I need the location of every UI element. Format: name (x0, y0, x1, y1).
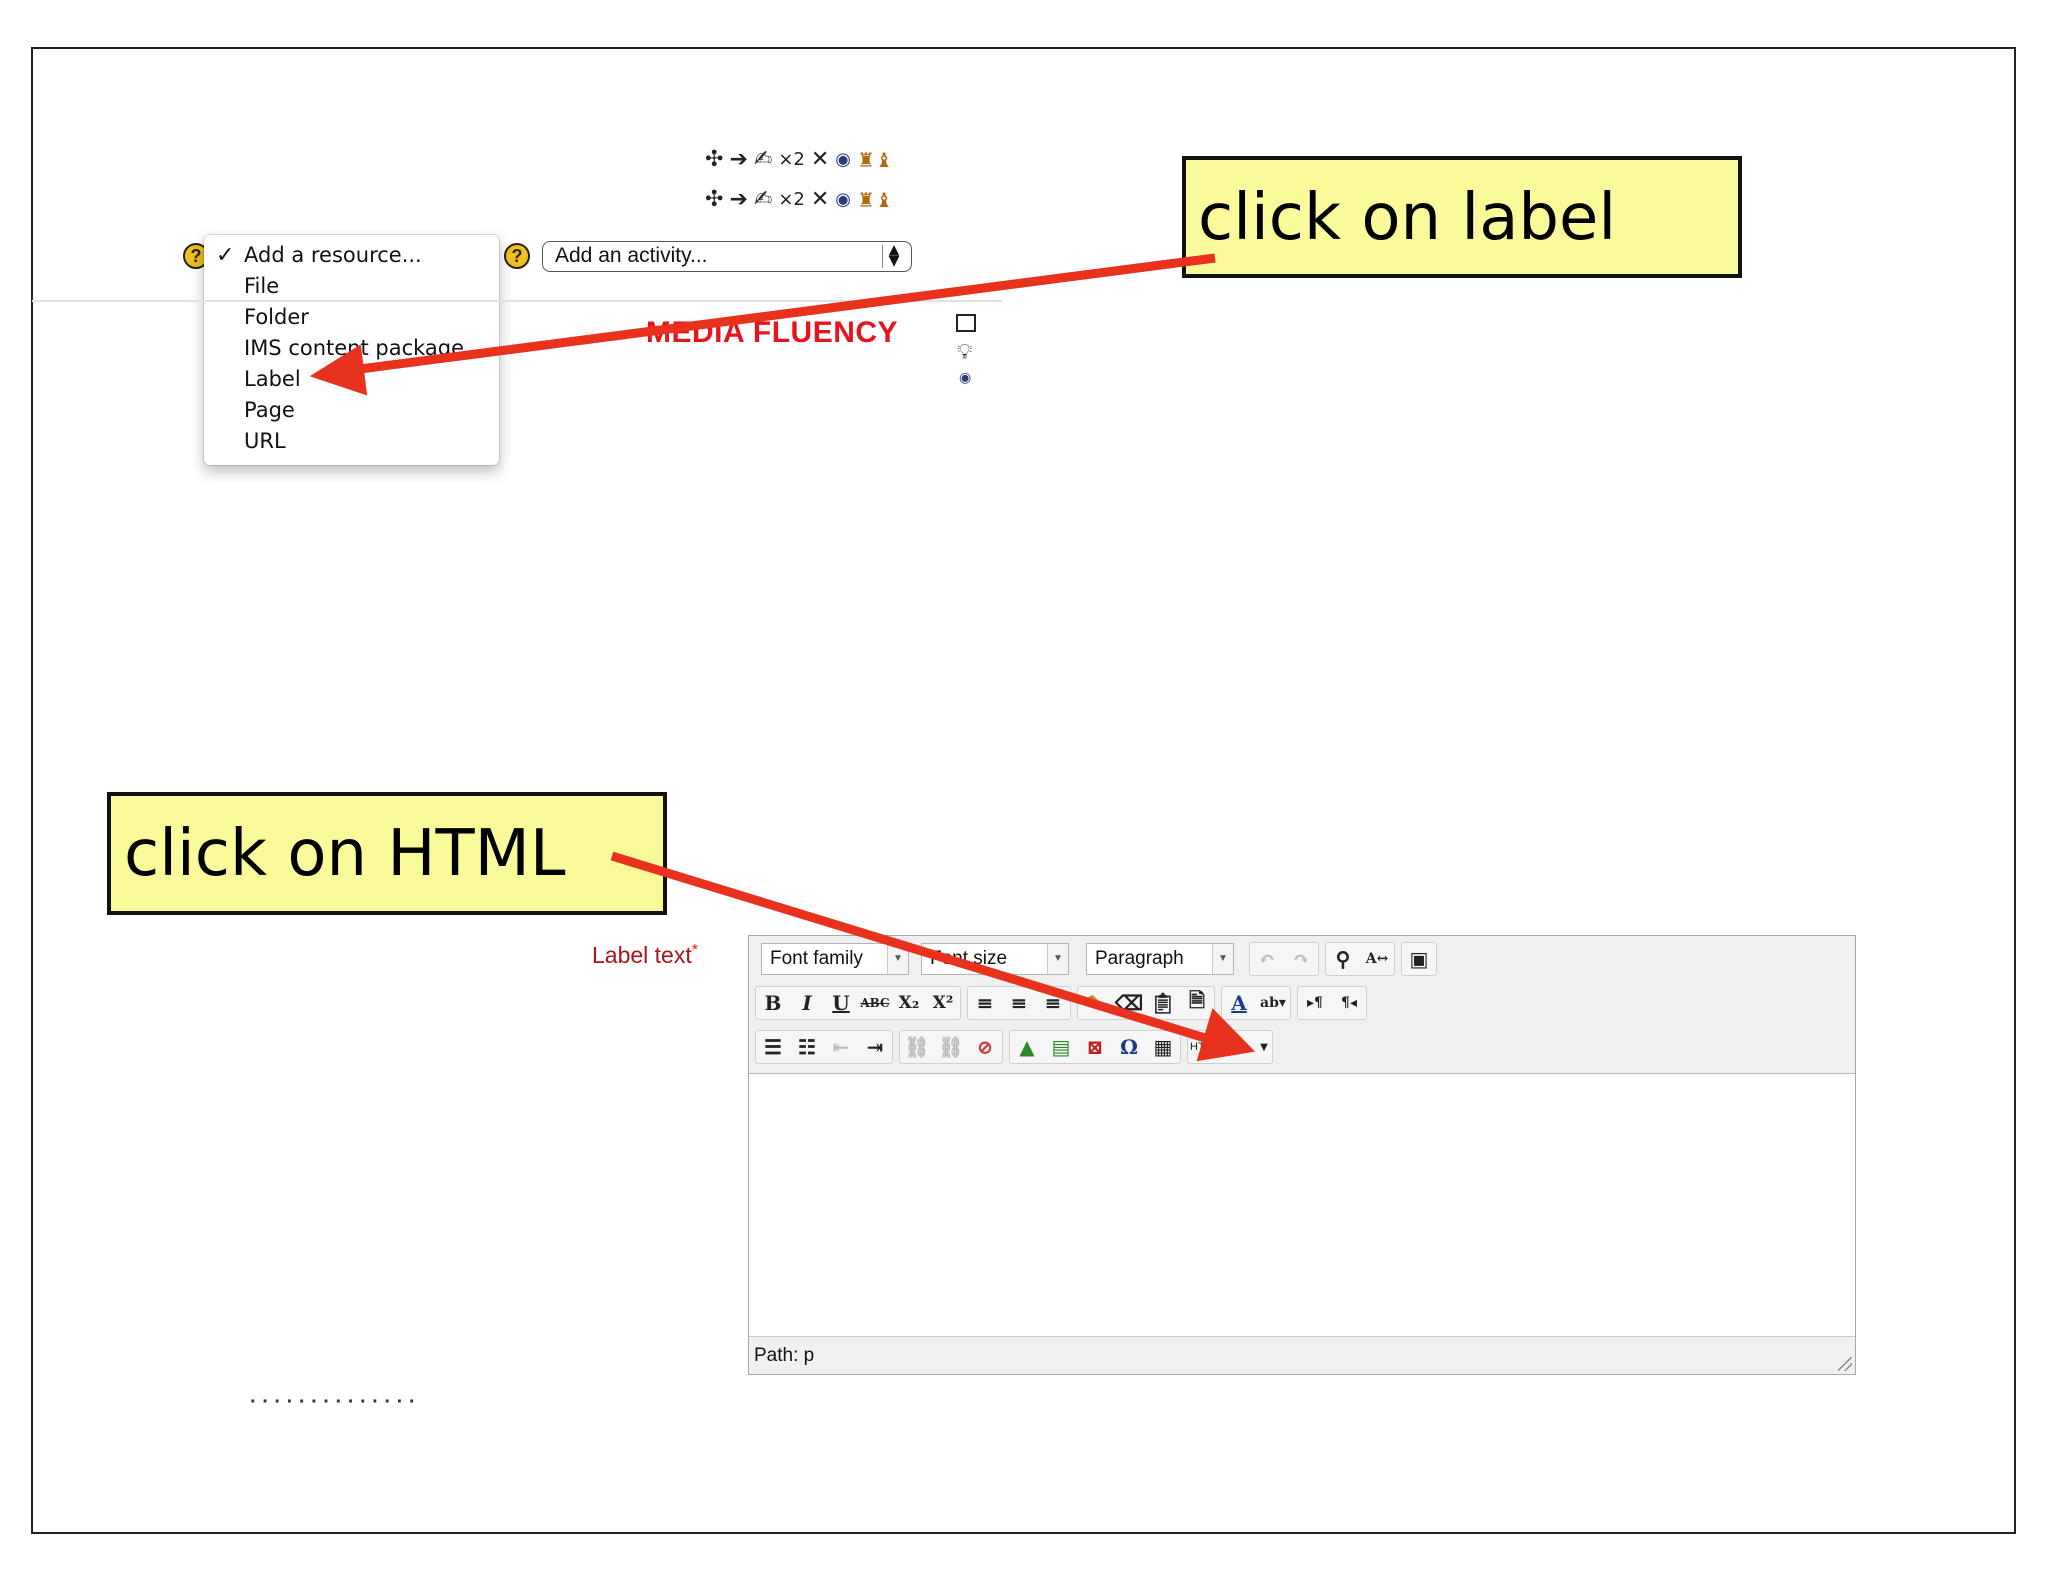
arrow-to-html-line (610, 851, 1207, 1043)
annotation-arrows (309, 253, 1256, 1062)
arrow-to-html-head-icon (1196, 1008, 1256, 1062)
arrow-to-label-line (359, 253, 1216, 374)
arrow-to-label-head-icon (309, 344, 368, 396)
